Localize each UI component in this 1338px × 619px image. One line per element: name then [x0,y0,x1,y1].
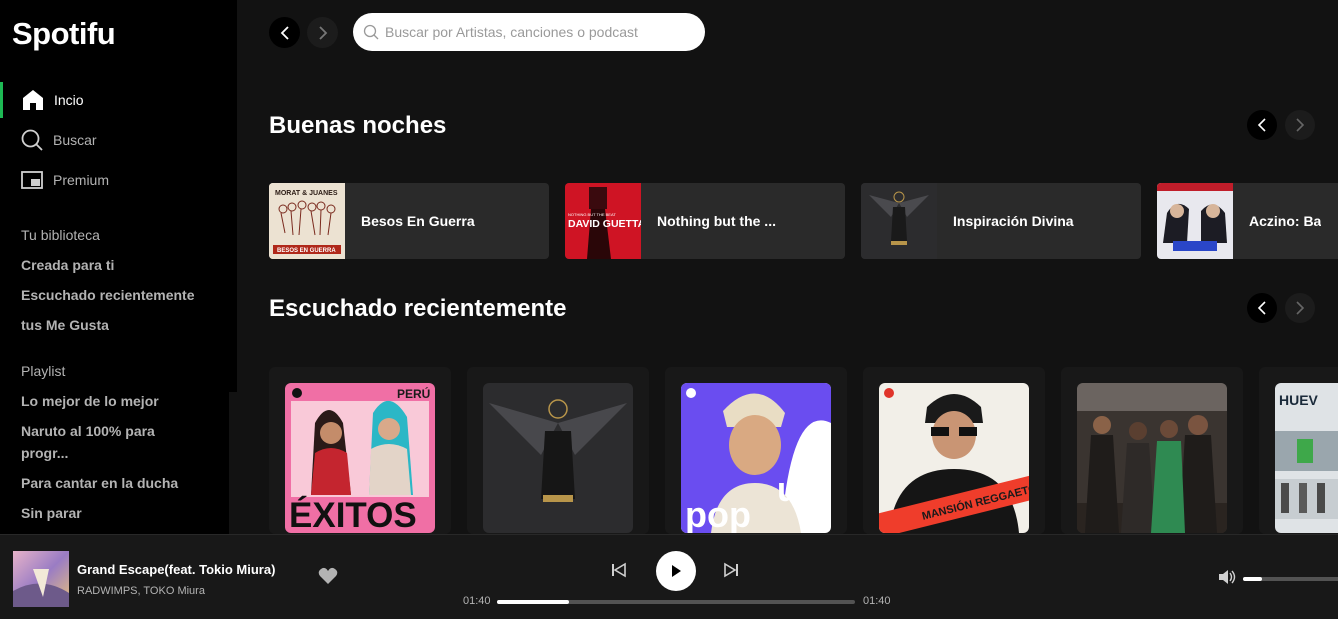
volume-slider[interactable] [1243,577,1338,581]
search-icon [363,24,379,40]
nav-item-search[interactable]: Buscar [0,122,237,158]
album-cover-inspiracion [861,183,937,259]
album-cover-aczino [1157,183,1233,259]
picture-in-picture-icon [20,168,44,192]
recent-card[interactable] [1061,367,1243,534]
sidebar: Spotifu Incio Buscar Premium Tu bibliote… [0,0,237,534]
album-cover-inspiracion [483,383,633,533]
chevron-left-icon [1257,118,1266,132]
cover-text: pop [685,494,751,533]
chevron-right-icon [1296,118,1305,132]
nav-label-home: Incio [54,92,84,108]
nav-item-home[interactable]: Incio [0,82,237,118]
recent-card[interactable]: HUEV [1259,367,1338,534]
playlist-item[interactable]: Naruto al 100% para progr... [21,420,181,464]
search-input[interactable] [385,24,685,40]
nav-label-premium: Premium [53,172,110,188]
cover-text: MORAT & JUANES [275,190,338,197]
recent-card[interactable]: pop up [665,367,847,534]
skip-forward-icon [724,562,738,578]
cover-text: HUEV [1279,392,1319,408]
cover-text: NOTHING BUT THE BEAT [568,212,616,217]
chevron-right-icon [1296,301,1305,315]
volume-icon [1219,570,1236,584]
cover-text: up [777,471,819,509]
quick-card-label: Aczino: Ba [1249,213,1322,229]
recent-next-button[interactable] [1285,293,1315,323]
quick-card-label: Besos En Guerra [361,213,475,229]
playlist-item[interactable]: Para cantar en la ducha [21,472,221,494]
now-playing-title[interactable]: Grand Escape(feat. Tokio Miura) [77,562,275,577]
quick-card-label: Inspiración Divina [953,213,1074,229]
play-button[interactable] [656,551,696,591]
album-cover-popup: pop up [681,383,831,533]
previous-button[interactable] [610,561,628,584]
now-playing-artist[interactable]: RADWIMPS, TOKO Miura [77,585,205,597]
quick-card-inspiracion[interactable]: Inspiración Divina [861,183,1141,259]
progress-bar[interactable] [497,600,855,604]
quick-card-aczino[interactable]: Aczino: Ba [1157,183,1338,259]
section-title-greeting: Buenas noches [269,112,447,139]
skip-back-icon [612,562,626,578]
cover-text: PERÚ [397,386,430,401]
nav-label-search: Buscar [53,132,97,148]
greeting-next-button[interactable] [1285,110,1315,140]
quick-card-besos[interactable]: MORAT & JUANES BESOS EN GUERRA Besos En … [269,183,549,259]
back-button[interactable] [269,17,300,48]
library-heading: Tu biblioteca [21,227,100,243]
section-title-recent: Escuchado recientemente [269,295,567,322]
elapsed-time: 01:40 [463,595,491,607]
forward-button[interactable] [307,17,338,48]
search-bar[interactable] [353,13,705,51]
sidebar-scrollbar[interactable] [229,392,237,534]
heart-icon [318,567,338,584]
album-cover-exitos: PERÚ ÉXITOS [285,383,435,533]
progress-fill [497,600,569,604]
like-button[interactable] [318,567,338,590]
cover-text: ÉXITOS [289,495,417,533]
recent-card[interactable] [467,367,649,534]
volume-button[interactable] [1218,569,1236,590]
app-logo[interactable]: Spotifu [12,16,116,52]
chevron-left-icon [1257,301,1266,315]
home-icon [21,88,45,112]
album-cover-besos: MORAT & JUANES BESOS EN GUERRA [269,183,345,259]
playlist-heading: Playlist [21,363,66,379]
play-icon [672,565,681,577]
quick-card-guetta[interactable]: NOTHING BUT THE BEAT DAVID GUETTA Nothin… [565,183,845,259]
playlist-item[interactable]: Lo mejor de lo mejor [21,390,221,412]
search-icon [20,128,44,152]
recent-card[interactable]: MANSIÓN REGGAETÓN [863,367,1045,534]
chevron-right-icon [318,25,327,40]
greeting-prev-button[interactable] [1247,110,1277,140]
library-link-likes[interactable]: tus Me Gusta [21,314,221,336]
album-cover-huevo: HUEV [1275,383,1338,533]
quick-card-label: Nothing but the ... [657,213,776,229]
playlist-item[interactable]: Sin parar [21,502,221,524]
library-link-recent[interactable]: Escuchado recientemente [21,284,221,306]
cover-text: BESOS EN GUERRA [277,248,336,254]
nav-item-premium[interactable]: Premium [0,162,237,198]
album-cover-guetta: NOTHING BUT THE BEAT DAVID GUETTA [565,183,641,259]
chevron-left-icon [280,25,289,40]
volume-fill [1243,577,1262,581]
cover-text: DAVID GUETTA [568,218,641,230]
next-button[interactable] [722,561,740,584]
album-cover-group [1077,383,1227,533]
now-playing-cover[interactable] [13,551,69,607]
library-link-creada[interactable]: Creada para ti [21,254,221,276]
player-bar: Grand Escape(feat. Tokio Miura) RADWIMPS… [0,534,1338,619]
total-time: 01:40 [863,595,891,607]
recent-card[interactable]: PERÚ ÉXITOS [269,367,451,534]
album-cover-mansion: MANSIÓN REGGAETÓN [879,383,1029,533]
recent-prev-button[interactable] [1247,293,1277,323]
